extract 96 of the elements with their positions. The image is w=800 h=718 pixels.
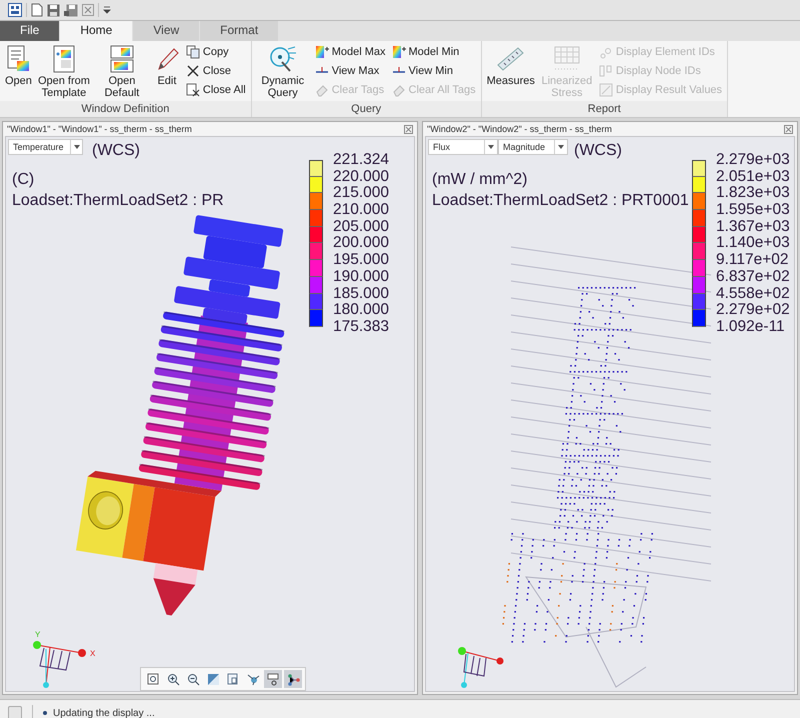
save-as-icon[interactable] — [64, 4, 78, 16]
dropdown[interactable]: Magnitude — [498, 139, 568, 155]
node-ids-icon — [598, 64, 613, 78]
legend-value: 9.117e+02 — [716, 252, 790, 269]
view-orient-icon — [226, 672, 240, 686]
ribbon-button[interactable]: Dynamic Query — [254, 43, 311, 101]
zoom-out-icon — [186, 672, 200, 686]
group-label: Window Definition — [0, 101, 251, 117]
close-icon — [186, 64, 200, 78]
ribbon-button[interactable]: Measures — [484, 43, 537, 101]
dropdown[interactable]: Temperature — [8, 139, 83, 155]
legend-value: 220.000 — [333, 168, 390, 186]
units-label: (C) — [12, 171, 34, 189]
toolbar-button[interactable] — [264, 670, 282, 688]
legend-value: 1.823e+03 — [716, 185, 790, 202]
window-title: "Window2" - "Window2" - ss_therm - ss_therm — [427, 124, 612, 134]
close-icon[interactable] — [404, 124, 413, 134]
status-toggle[interactable] — [8, 706, 22, 718]
ribbon-button[interactable]: Open Default — [94, 43, 150, 101]
status-message: Updating the display ... — [53, 708, 155, 718]
loadset-label: Loadset:ThermLoadSet2 : PR — [12, 192, 224, 210]
ribbon-button[interactable]: Copy — [184, 43, 248, 61]
ribbon-tab[interactable]: Format — [200, 21, 278, 41]
app-icon[interactable] — [8, 3, 22, 17]
axis-label: X — [90, 649, 96, 658]
legend-value: 200.000 — [333, 235, 390, 252]
dropdown-arrow-icon[interactable] — [103, 6, 111, 14]
refit-icon — [206, 672, 220, 686]
caret-icon — [558, 145, 564, 149]
caret-icon — [74, 145, 80, 149]
legend-value: 6.837e+02 — [716, 268, 790, 286]
ribbon-button[interactable]: View Max — [312, 62, 388, 80]
legend-value: 195.000 — [333, 252, 390, 269]
ribbon-button[interactable]: Edit — [152, 43, 182, 101]
ribbon-tab[interactable]: Home — [60, 21, 132, 41]
spin-center-icon — [246, 672, 260, 686]
eraser-icon — [392, 83, 406, 97]
ribbon-button[interactable]: Open — [3, 43, 34, 101]
ribbon-button[interactable]: Model Min — [390, 43, 478, 61]
legend-value: 180.000 — [333, 302, 390, 319]
loadset-label: Loadset:ThermLoadSet2 : PRT0001 — [432, 192, 689, 210]
legend-value: 1.092e-11 — [716, 318, 786, 336]
legend-value: 210.000 — [333, 202, 390, 219]
bullet-icon — [43, 711, 47, 715]
axis-label: Y — [35, 630, 40, 639]
legend-value: 1.367e+03 — [716, 218, 790, 236]
eraser-icon — [314, 83, 329, 97]
legend-value: 4.558e+02 — [716, 286, 790, 302]
zoom-in-icon — [166, 672, 180, 686]
group-label: Query — [252, 101, 481, 117]
ribbon-button[interactable]: Close — [184, 62, 248, 80]
ribbon-tab[interactable]: File — [0, 21, 60, 41]
legend-value: 221.324 — [333, 152, 390, 169]
display-style-icon — [266, 672, 280, 686]
legend-value: 185.000 — [333, 286, 390, 302]
probe-icon — [268, 45, 298, 73]
element-ids-icon — [598, 45, 613, 59]
legend-value: 1.140e+03 — [716, 235, 790, 252]
save-icon[interactable] — [47, 4, 60, 16]
window-title: "Window1" - "Window1" - ss_therm - ss_therm — [7, 124, 192, 134]
ribbon-tab[interactable]: View — [133, 21, 200, 41]
color-scale-icon — [392, 45, 406, 59]
document-icon — [5, 45, 32, 73]
caret-icon — [488, 145, 494, 149]
group-label: Report — [482, 101, 728, 117]
template-icon — [50, 45, 77, 73]
color-scale-icon — [314, 45, 329, 59]
result-values-icon — [598, 83, 613, 97]
coordinate-system-label: (WCS) — [574, 142, 622, 160]
legend-value: 1.595e+03 — [716, 202, 790, 219]
coordinate-system-label: (WCS) — [92, 142, 140, 160]
toolbar-button[interactable] — [284, 670, 302, 688]
legend-value: 2.279e+03 — [716, 152, 790, 169]
close-icon[interactable] — [784, 124, 793, 134]
ribbon-button[interactable]: Close All — [184, 81, 248, 99]
legend-value: 190.000 — [333, 268, 390, 286]
coordinate-triad-icon — [458, 647, 504, 688]
nodes-icon — [286, 672, 300, 686]
ruler-icon — [496, 45, 526, 73]
copy-icon — [186, 45, 200, 59]
legend-value: 215.000 — [333, 185, 390, 202]
default-view-icon — [108, 45, 135, 73]
coordinate-triad-icon — [33, 641, 86, 688]
ribbon-button[interactable]: View Min — [390, 62, 478, 80]
close-all-icon — [186, 83, 200, 97]
legend-value: 2.051e+03 — [716, 168, 790, 186]
new-file-icon[interactable] — [31, 3, 43, 17]
legend-value: 175.383 — [333, 318, 390, 336]
units-label: (mW / mm^2) — [432, 171, 528, 189]
close-window-icon[interactable] — [82, 4, 94, 16]
zoom-window-icon — [146, 672, 160, 686]
legend-value: 2.279e+02 — [716, 302, 790, 319]
ribbon-button[interactable]: Model Max — [312, 43, 388, 61]
legend-value: 205.000 — [333, 218, 390, 236]
ribbon-button[interactable]: Open from Template — [36, 43, 92, 101]
dropdown[interactable]: Flux — [428, 139, 498, 155]
